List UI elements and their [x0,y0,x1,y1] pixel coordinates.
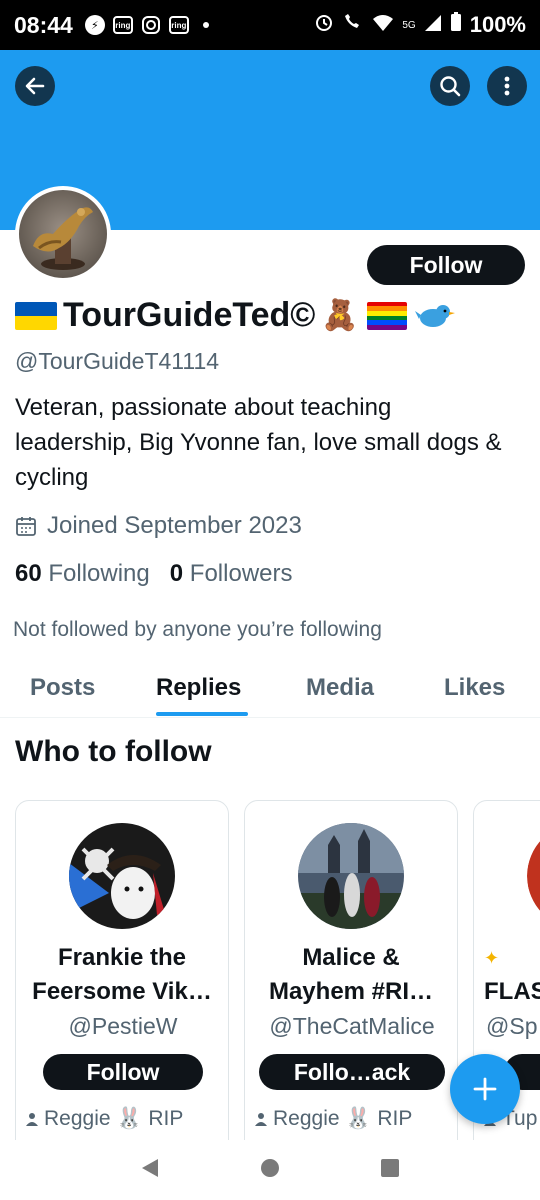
suggestion-card[interactable]: Frankie the Feersome Vik… @PestieW Follo… [15,800,229,1160]
plus-icon [473,1077,497,1101]
rainbow-flag-icon [366,301,407,330]
search-button[interactable] [430,66,470,106]
nav-recents-button[interactable] [380,1158,400,1183]
tab-replies[interactable]: Replies [156,674,241,702]
who-to-follow-title: Who to follow [15,735,212,768]
profile-bio: Veteran, passionate about teaching leade… [15,394,502,491]
social-context-text: Reggie 🐰 RIP [273,1107,413,1130]
suggestion-name: ✦ FLAS [484,941,540,1009]
tab-media[interactable]: Media [306,674,374,702]
tab-posts[interactable]: Posts [30,674,95,702]
wifi-icon [372,12,394,38]
social-context: Reggie 🐰 RIP [26,1107,183,1131]
social-context-text: Reggie 🐰 RIP [44,1107,184,1130]
not-followed-text: Not followed by anyone you’re following [13,618,382,641]
battery-icon [450,12,462,38]
profile-handle: @TourGuideT41114 [15,348,220,374]
search-icon [440,76,461,97]
ring-app-icon: ring [112,16,133,34]
profile-avatar[interactable] [15,186,111,282]
joined-date: Joined September 2023 [15,512,302,540]
network-type: 5G [402,19,416,31]
instagram-icon [141,15,161,35]
system-nav-bar [0,1140,540,1200]
wifi-calling-icon [342,12,364,38]
nav-back-icon [142,1158,158,1177]
nav-home-icon [261,1158,279,1177]
suggestion-handle: @Sp [486,1013,538,1039]
bird-icon [414,301,455,331]
following-label: Following [48,560,150,587]
suggestion-avatar [298,823,404,929]
suggestion-follow-back-button[interactable]: Follo…ack [259,1054,445,1090]
back-button[interactable] [15,66,55,106]
compose-button[interactable] [450,1054,520,1124]
battery-percent: 100% [469,12,526,37]
display-name: TourGuideTed© 🧸 [15,296,455,335]
suggestion-handle: @PestieW [68,1013,178,1039]
follow-counts: 60 Following 0 Followers [15,560,293,588]
status-time: 08:44 [14,11,73,38]
ukraine-flag-icon [15,301,57,330]
teddy-bear-icon: 🧸 [321,298,359,333]
avatar-sculpture-image [33,207,93,270]
followers-link[interactable]: 0 Followers [170,560,293,588]
suggestion-name: Malice & Mayhem #RI… [268,944,434,1005]
more-vertical-icon [504,76,510,96]
followers-count: 0 [169,560,184,587]
nav-home-button[interactable] [260,1158,280,1183]
suggestion-follow-button[interactable]: Follow [43,1054,203,1090]
suggestion-card[interactable]: Malice & Mayhem #RI… @TheCatMalice Follo… [244,800,458,1160]
calendar-icon [16,517,36,536]
joined-text: Joined September 2023 [47,512,302,539]
nav-recents-icon [381,1158,399,1177]
following-count: 60 [15,560,42,587]
more-button[interactable] [487,66,527,106]
arrow-left-icon [25,77,45,95]
following-link[interactable]: 60 Following [15,560,150,588]
ring-app-icon-2: ring [168,16,189,34]
more-notifications-dot [202,22,209,28]
profile-tabs: Posts Replies Media Likes [0,660,540,718]
suggestion-name: Frankie the Feersome Vik… [32,944,212,1005]
signal-icon [424,12,442,38]
nav-back-button[interactable] [140,1157,160,1184]
status-bar: 08:44 ⚡ ring ring 5G 100% [0,0,540,50]
suggestion-handle: @TheCatMalice [269,1013,435,1039]
active-tab-indicator [156,712,248,716]
person-icon [255,1113,267,1126]
social-context: Reggie 🐰 RIP [255,1107,412,1131]
display-name-text: TourGuideTed© [63,296,316,334]
followers-label: Followers [189,560,293,587]
follow-button[interactable]: Follow [367,245,525,285]
alarm-icon [314,12,334,38]
person-icon [26,1113,38,1126]
suggestion-avatar [527,823,540,929]
tab-likes[interactable]: Likes [444,674,505,702]
messenger-icon: ⚡ [84,15,105,35]
suggestion-avatar [69,823,175,929]
star-icon: ✦ [484,948,500,968]
